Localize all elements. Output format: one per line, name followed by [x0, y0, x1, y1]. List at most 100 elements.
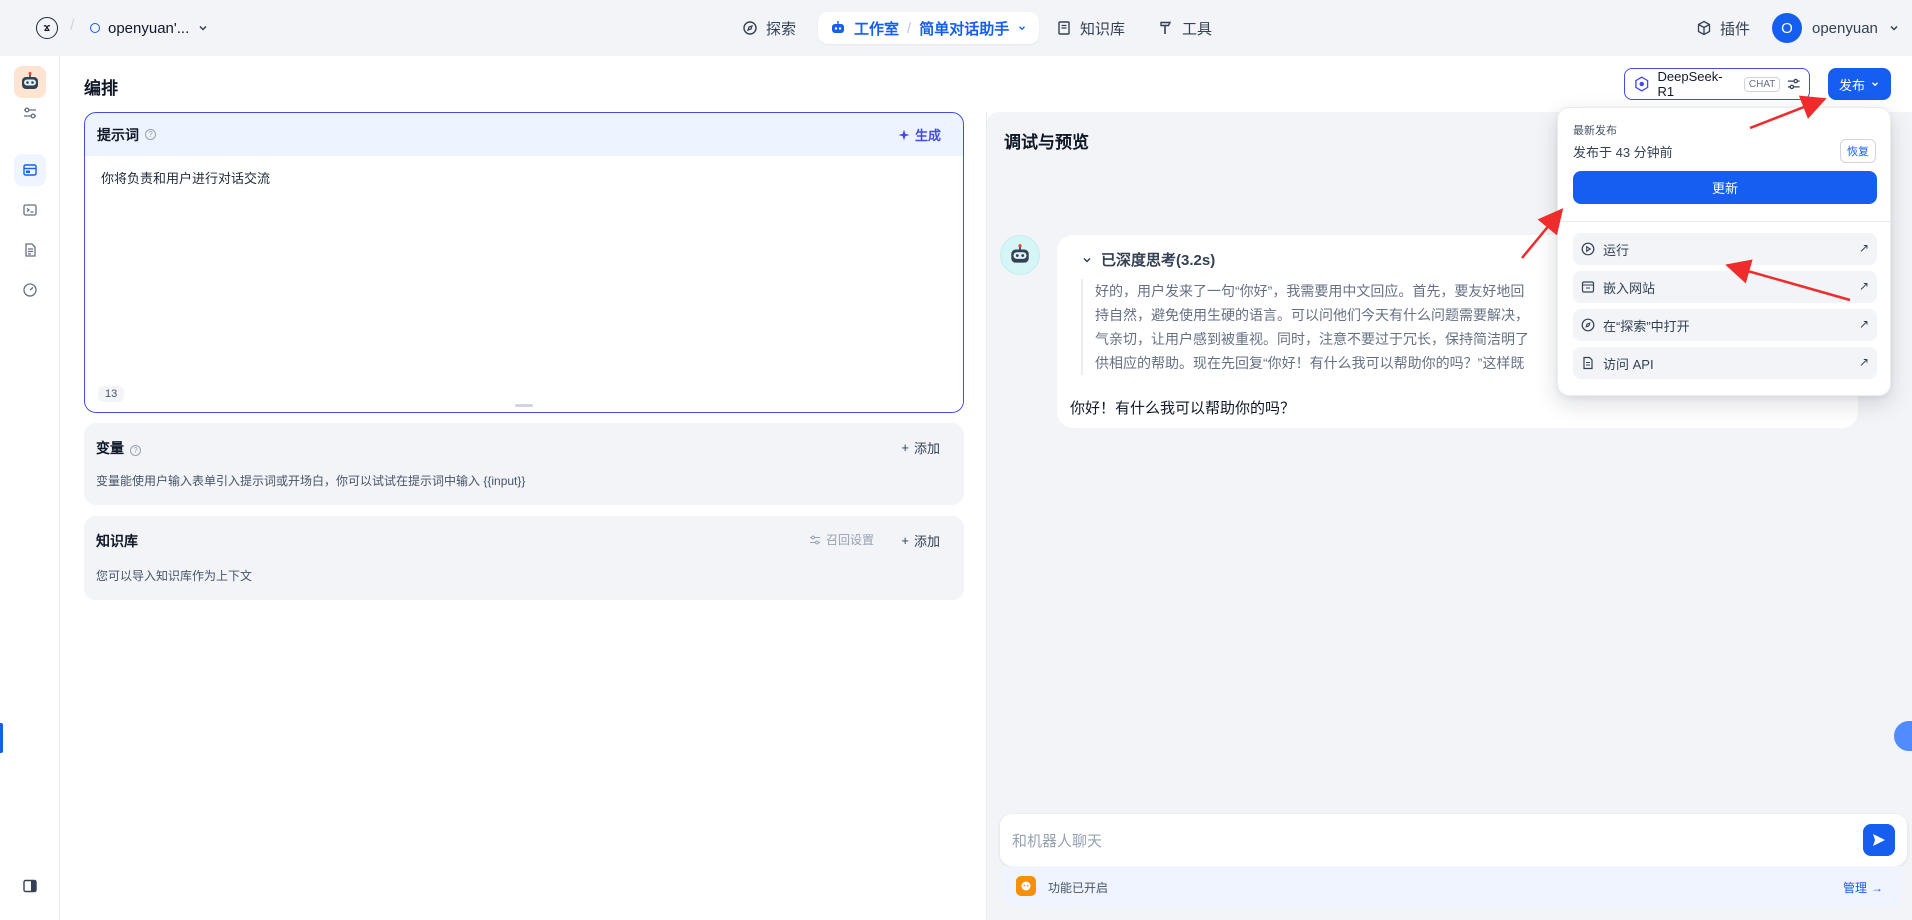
chevron-down-icon — [1019, 26, 1026, 31]
model-name: DeepSeek-R1 — [1657, 69, 1723, 99]
publish-dropdown: 最新发布 发布于 43 分钟前 恢复 更新 运行 ↗ 嵌入网站 ↗ 在“探索”中… — [1557, 107, 1891, 396]
update-button[interactable]: 更新 — [1573, 171, 1877, 204]
nav-tools[interactable]: 工具 — [1158, 12, 1212, 44]
variables-panel: 变量? + 添加 变量能使用户输入表单引入提示词或开场白，你可以试试在提示词中输… — [84, 423, 964, 505]
robot-icon — [1011, 244, 1029, 263]
nav-plugins-label: 插件 — [1720, 20, 1751, 38]
chevron-down-icon — [1890, 25, 1898, 31]
workspace-icon — [90, 23, 100, 33]
knowledge-title: 知识库 — [96, 533, 138, 549]
publish-label: 发布 — [1838, 77, 1865, 93]
nav-studio-label: 工作室 — [854, 20, 900, 38]
model-selector[interactable]: DeepSeek-R1 CHAT — [1624, 68, 1810, 100]
thinking-line: 好的，用户发来了一句“你好”，我需要用中文回应。首先，要友好地回 — [1095, 283, 1525, 299]
prompt-label: 提示词 — [97, 126, 139, 143]
plus-icon: + — [901, 533, 909, 548]
thinking-toggle[interactable]: 已深度思考(3.2s) — [1081, 249, 1215, 270]
thinking-content: 好的，用户发来了一句“你好”，我需要用中文回应。首先，要友好地回 持自然，避免使… — [1081, 279, 1551, 375]
dashboard-gauge-icon[interactable] — [14, 274, 46, 306]
char-count-badge: 13 — [98, 386, 125, 402]
settings-sliders-icon[interactable] — [14, 97, 46, 129]
hammer-icon — [1160, 21, 1172, 34]
app-logo-icon[interactable]: ϫ — [36, 17, 58, 39]
external-arrow-icon: ↗ — [1858, 355, 1869, 369]
debug-title: 调试与预览 — [1004, 133, 1089, 152]
variables-title: 变量? — [96, 438, 141, 458]
add-label: 添加 — [913, 534, 940, 549]
file-list-icon[interactable] — [14, 234, 46, 266]
add-knowledge-button[interactable]: + 添加 — [901, 531, 940, 550]
add-variable-button[interactable]: + 添加 — [901, 438, 940, 457]
menu-item-open-explore[interactable]: 在“探索”中打开 ↗ — [1573, 309, 1877, 341]
nav-knowledge-label: 知识库 — [1080, 20, 1126, 38]
nav-plugins[interactable]: 插件 — [1696, 12, 1750, 44]
model-type-badge: CHAT — [1743, 76, 1781, 92]
orchestrate-layout-icon[interactable] — [14, 154, 46, 186]
bot-answer-text: 你好！有什么我可以帮助你的吗？ — [1070, 400, 1296, 417]
recall-settings-button[interactable]: 召回设置 — [809, 531, 874, 548]
top-navigation-bar: ϫ / openyuan'... 探索 工作室 / 简单对话助手 知识库 工具 … — [0, 0, 1912, 56]
sparkle-icon — [898, 129, 910, 140]
arrow-right-icon: → — [1871, 880, 1883, 895]
knowledge-description: 您可以导入知识库作为上下文 — [96, 569, 253, 583]
menu-item-label: 在“探索”中打开 — [1603, 318, 1690, 334]
nav-explore-label: 探索 — [766, 20, 797, 38]
external-arrow-icon: ↗ — [1858, 317, 1869, 331]
features-enabled-label: 功能已开启 — [1048, 881, 1109, 895]
chevron-down-icon — [1083, 257, 1091, 263]
compass-icon — [1581, 318, 1595, 332]
chat-input-placeholder: 和机器人聊天 — [1012, 833, 1103, 850]
breadcrumb-separator: / — [907, 19, 912, 37]
menu-item-api[interactable]: 访问 API ↗ — [1573, 347, 1877, 379]
thinking-line: 持自然，避免使用生硬的语言。可以问他们今天有什么问题需要解决， — [1095, 307, 1529, 323]
bot-message-avatar — [1000, 235, 1040, 275]
published-time: 发布于 43 分钟前 — [1573, 145, 1673, 160]
sidebar-toggle-icon[interactable] — [14, 870, 46, 902]
menu-item-embed[interactable]: 嵌入网站 ↗ — [1573, 271, 1877, 303]
workspace-selector[interactable]: openyuan'... — [90, 14, 209, 42]
robot-icon — [832, 21, 844, 33]
user-menu[interactable]: O openyuan — [1772, 12, 1900, 44]
active-indicator — [0, 723, 3, 753]
prompt-textarea[interactable]: 你将负责和用户进行对话交流 13 — [85, 156, 963, 412]
manage-label: 管理 — [1842, 881, 1867, 895]
nav-knowledge[interactable]: 知识库 — [1056, 12, 1125, 44]
prompt-header: 提示词 ? — [85, 113, 963, 156]
menu-item-run[interactable]: 运行 ↗ — [1573, 233, 1877, 265]
help-icon[interactable]: ? — [130, 445, 141, 456]
menu-item-label: 嵌入网站 — [1603, 280, 1656, 296]
settings-sliders-icon — [809, 535, 820, 544]
compass-icon — [743, 21, 757, 35]
app-robot-avatar[interactable] — [14, 66, 46, 98]
thinking-line: 供相应的帮助。现在先回复“你好！有什么我可以帮助你的吗？”这样既 — [1095, 355, 1525, 371]
current-app-name[interactable]: 简单对话助手 — [919, 18, 1009, 39]
restore-button[interactable]: 恢复 — [1840, 139, 1876, 163]
thinking-label: 已深度思考(3.2s) — [1101, 252, 1216, 269]
deepseek-logo-icon — [1635, 76, 1649, 92]
play-circle-icon — [1581, 242, 1595, 256]
add-label: 添加 — [913, 441, 940, 456]
chat-input-box[interactable]: 和机器人聊天 — [1000, 814, 1907, 866]
chevron-down-icon — [199, 25, 207, 31]
help-icon[interactable]: ? — [145, 129, 156, 140]
generate-prompt-button[interactable]: 生成 — [898, 125, 941, 144]
nav-studio[interactable]: 工作室 / 简单对话助手 — [818, 12, 1040, 44]
nav-explore[interactable]: 探索 — [742, 12, 796, 44]
book-icon — [1058, 21, 1070, 35]
external-arrow-icon: ↗ — [1858, 241, 1869, 255]
app-side-rail — [0, 56, 60, 920]
settings-sliders-icon — [1788, 78, 1801, 90]
menu-divider — [1558, 221, 1890, 222]
robot-icon — [22, 72, 38, 89]
resize-handle[interactable] — [515, 404, 533, 407]
manage-features-link[interactable]: 管理 → — [1843, 879, 1883, 896]
terminal-icon[interactable] — [14, 194, 46, 226]
send-button[interactable] — [1863, 824, 1895, 856]
cube-icon — [1697, 20, 1711, 36]
publish-button[interactable]: 发布 — [1828, 68, 1891, 100]
prompt-text: 你将负责和用户进行对话交流 — [101, 171, 271, 186]
prompt-editor-card: 提示词 ? 生成 你将负责和用户进行对话交流 13 — [84, 112, 964, 413]
user-name: openyuan — [1812, 19, 1878, 37]
page-title: 编排 — [84, 79, 118, 98]
workspace-name: openyuan'... — [108, 19, 190, 37]
